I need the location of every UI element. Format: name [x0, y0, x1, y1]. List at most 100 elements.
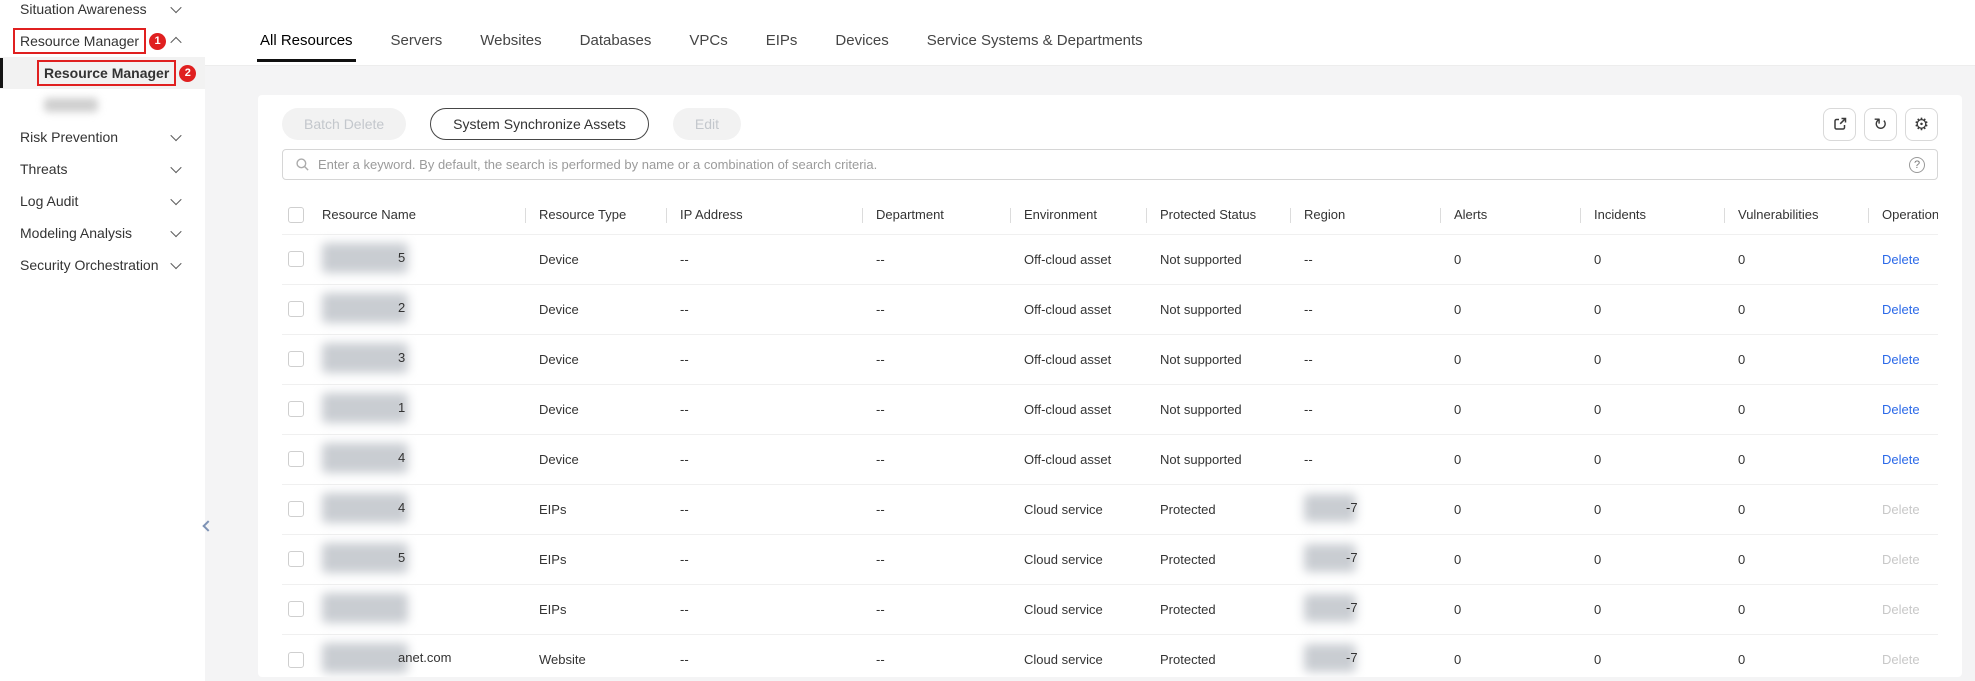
- delete-link[interactable]: Delete: [1882, 252, 1920, 267]
- tab-databases[interactable]: Databases: [580, 32, 652, 49]
- column-header-resource-type: Resource Type: [525, 196, 666, 234]
- tab-eips[interactable]: EIPs: [766, 32, 798, 49]
- search-bar: ?: [282, 149, 1938, 180]
- cell-type: EIPs: [525, 584, 666, 634]
- select-all-checkbox[interactable]: [288, 207, 304, 223]
- sidebar-item-situation-awareness[interactable]: Situation Awareness: [0, 0, 205, 25]
- cell-type: Device: [525, 334, 666, 384]
- redacted-region: -7: [1304, 594, 1358, 622]
- sidebar-item-security-orchestration[interactable]: Security Orchestration: [0, 249, 205, 281]
- search-input[interactable]: [318, 157, 1901, 172]
- cell-operation: Delete: [1868, 584, 1938, 634]
- column-header-environment: Environment: [1010, 196, 1146, 234]
- cell-type: Device: [525, 234, 666, 284]
- delete-link: Delete: [1882, 602, 1920, 617]
- chevron-down-icon: [170, 194, 181, 205]
- cell-ip: --: [666, 534, 862, 584]
- tab-vpcs[interactable]: VPCs: [689, 32, 727, 49]
- cell-alerts: 0: [1440, 634, 1580, 677]
- cell-ip: --: [666, 334, 862, 384]
- cell-protected-status: Not supported: [1146, 284, 1290, 334]
- sidebar-collapse-handle[interactable]: [199, 505, 216, 547]
- tab-service-systems-departments[interactable]: Service Systems & Departments: [927, 32, 1143, 49]
- tab-all-resources[interactable]: All Resources: [260, 32, 353, 49]
- row-checkbox[interactable]: [288, 401, 304, 417]
- column-header-ip-address: IP Address: [666, 196, 862, 234]
- help-icon[interactable]: ?: [1909, 157, 1925, 173]
- resource-name-tail: 2: [398, 300, 405, 315]
- export-button[interactable]: [1823, 108, 1856, 141]
- cell-department: --: [862, 584, 1010, 634]
- cell-operation: Delete: [1868, 434, 1938, 484]
- cell-ip: --: [666, 584, 862, 634]
- cell-ip: --: [666, 234, 862, 284]
- sidebar-item-redacted[interactable]: [0, 89, 205, 121]
- tab-devices[interactable]: Devices: [835, 32, 888, 49]
- delete-link: Delete: [1882, 652, 1920, 667]
- refresh-icon: ↻: [1873, 116, 1887, 133]
- cell-type: Device: [525, 284, 666, 334]
- tab-websites[interactable]: Websites: [480, 32, 541, 49]
- region-text: --: [1304, 352, 1313, 367]
- redacted-resource-name: 1: [322, 393, 405, 423]
- region-tail: -7: [1346, 500, 1358, 515]
- tab-servers[interactable]: Servers: [391, 32, 443, 49]
- delete-link[interactable]: Delete: [1882, 452, 1920, 467]
- batch-delete-button[interactable]: Batch Delete: [282, 108, 406, 140]
- row-checkbox[interactable]: [288, 451, 304, 467]
- cell-resource-name: 4: [322, 434, 525, 484]
- column-header-region: Region: [1290, 196, 1440, 234]
- cell-type: EIPs: [525, 484, 666, 534]
- edit-button[interactable]: Edit: [673, 108, 741, 140]
- chevron-down-icon: [170, 130, 181, 141]
- chevron-left-icon: [202, 520, 213, 531]
- delete-link[interactable]: Delete: [1882, 402, 1920, 417]
- cell-region: --: [1290, 434, 1440, 484]
- cell-ip: --: [666, 484, 862, 534]
- cell-resource-name: 4: [322, 484, 525, 534]
- cell-region: --: [1290, 384, 1440, 434]
- sidebar-item-log-audit[interactable]: Log Audit: [0, 185, 205, 217]
- system-synchronize-assets-button[interactable]: System Synchronize Assets: [430, 108, 649, 140]
- row-checkbox[interactable]: [288, 351, 304, 367]
- blur-patch: [322, 243, 408, 273]
- cell-vulnerabilities: 0: [1724, 584, 1868, 634]
- region-text: --: [1304, 252, 1313, 267]
- cell-ip: --: [666, 634, 862, 677]
- row-checkbox[interactable]: [288, 301, 304, 317]
- redacted-region: -7: [1304, 494, 1358, 522]
- settings-button[interactable]: ⚙: [1905, 108, 1938, 141]
- sidebar-item-label: Threats: [20, 161, 67, 177]
- cell-region: -7: [1290, 484, 1440, 534]
- cell-region: -7: [1290, 534, 1440, 584]
- chevron-down-icon: [170, 162, 181, 173]
- cell-protected-status: Not supported: [1146, 334, 1290, 384]
- row-checkbox[interactable]: [288, 652, 304, 668]
- sidebar-item-threats[interactable]: Threats: [0, 153, 205, 185]
- blur-patch: [322, 493, 408, 523]
- sidebar-item-resource-manager[interactable]: Resource Manager1: [0, 25, 205, 57]
- chevron-down-icon: [170, 258, 181, 269]
- cell-department: --: [862, 234, 1010, 284]
- cell-checkbox: [282, 234, 322, 284]
- column-header-resource-name: Resource Name: [322, 196, 525, 234]
- row-checkbox[interactable]: [288, 551, 304, 567]
- row-checkbox[interactable]: [288, 251, 304, 267]
- cell-region: --: [1290, 284, 1440, 334]
- cell-department: --: [862, 284, 1010, 334]
- resource-name-tail: 4: [398, 500, 405, 515]
- refresh-button[interactable]: ↻: [1864, 108, 1897, 141]
- redacted-resource-name: 4: [322, 443, 405, 473]
- cell-alerts: 0: [1440, 484, 1580, 534]
- sidebar-item-modeling-analysis[interactable]: Modeling Analysis: [0, 217, 205, 249]
- sidebar-item-risk-prevention[interactable]: Risk Prevention: [0, 121, 205, 153]
- row-checkbox[interactable]: [288, 501, 304, 517]
- sidebar-item-resource-manager[interactable]: Resource Manager2: [0, 57, 205, 89]
- blur-patch: [322, 643, 408, 673]
- sidebar-item-label: Situation Awareness: [20, 1, 147, 17]
- resource-name-tail: anet.com: [398, 650, 451, 665]
- delete-link[interactable]: Delete: [1882, 352, 1920, 367]
- cell-incidents: 0: [1580, 534, 1724, 584]
- row-checkbox[interactable]: [288, 601, 304, 617]
- delete-link[interactable]: Delete: [1882, 302, 1920, 317]
